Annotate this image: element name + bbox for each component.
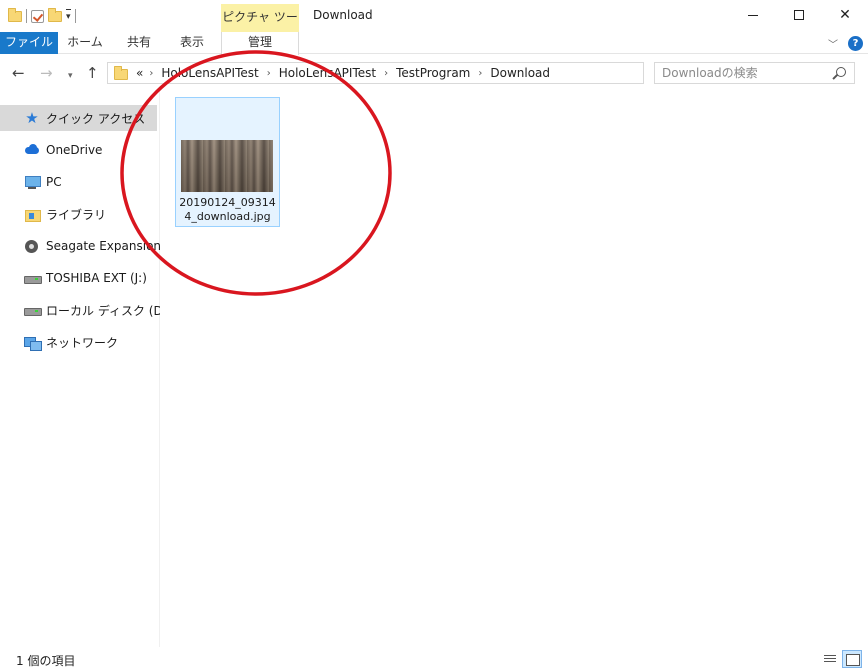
cloud-icon [24,143,40,157]
item-count: 1 個の項目 [16,654,76,668]
folder-icon [114,66,128,80]
breadcrumb-item[interactable]: TestProgram [396,66,470,80]
breadcrumb-separator-icon: › [266,67,271,79]
new-folder-icon[interactable] [48,7,62,22]
maximize-button[interactable] [776,0,822,30]
sidebar-item-label: PC [46,175,62,189]
network-icon [24,335,42,351]
sidebar-item-label: ローカル ディスク (D:) [46,303,160,318]
sidebar-item-label: Seagate Expansion Dr [46,239,160,253]
help-icon[interactable]: ? [848,36,863,51]
back-arrow-icon[interactable]: ← [12,65,25,81]
breadcrumb-separator-icon: › [478,67,483,79]
file-item[interactable]: 20190124_093144_download.jpg [175,97,280,227]
navigation-pane: ★ クイック アクセス OneDrive PC ライブラリ Seagate Ex… [0,91,160,647]
breadcrumb-item[interactable]: HoloLensAPITest [161,66,258,80]
breadcrumb-separator-icon: › [149,67,154,79]
properties-icon[interactable] [31,9,44,23]
tab-view[interactable]: 表示 [166,32,218,54]
sidebar-item-label: ライブラリ [46,207,107,222]
breadcrumb-overflow[interactable]: « [136,66,143,80]
sidebar-item-label: クイック アクセス [46,111,146,126]
sidebar-item-onedrive[interactable]: OneDrive [0,137,160,163]
maximize-icon [794,10,804,20]
breadcrumb-separator-icon: › [384,67,389,79]
star-icon: ★ [25,109,39,127]
large-icons-view-icon[interactable] [842,650,862,668]
search-box [654,62,855,84]
sidebar-item-toshiba[interactable]: TOSHIBA EXT (J:) [0,265,160,291]
navigation-bar: ← → ▾ ↑ « › HoloLensAPITest › HoloLensAP… [0,55,868,91]
folder-icon [8,7,22,22]
drive-icon [24,303,42,317]
customize-qat-icon[interactable]: ▾ [66,8,71,24]
up-arrow-icon[interactable]: ↑ [86,65,99,81]
quick-access-toolbar: ▾ [8,6,76,26]
breadcrumb-item[interactable]: HoloLensAPITest [279,66,376,80]
file-list[interactable]: 20190124_093144_download.jpg [161,91,868,647]
sidebar-item-label: ネットワーク [46,335,119,350]
details-view-icon[interactable] [820,650,840,668]
sidebar-item-libraries[interactable]: ライブラリ [0,201,160,227]
search-icon[interactable] [836,67,846,77]
sidebar-item-label: TOSHIBA EXT (J:) [46,271,147,285]
disk-icon [24,239,40,253]
image-thumbnail [181,140,273,192]
title-bar: ▾ ピクチャ ツール Download ✕ [0,0,868,50]
ribbon-tabs: ファイル ホーム 共有 表示 管理 ﹀ ? [0,32,868,55]
status-bar: 1 個の項目 [0,647,868,672]
sidebar-item-local-disk[interactable]: ローカル ディスク (D:) [0,297,160,323]
close-button[interactable]: ✕ [822,0,868,30]
sidebar-item-network[interactable]: ネットワーク [0,329,160,355]
tab-share[interactable]: 共有 [112,32,166,54]
qat-divider [26,9,27,23]
sidebar-item-quick-access[interactable]: ★ クイック アクセス [0,105,157,131]
sidebar-item-label: OneDrive [46,143,103,157]
window-title: Download [313,8,373,22]
picture-tools-context-tab: ピクチャ ツール [221,4,299,50]
recent-locations-chevron-icon[interactable]: ▾ [68,68,73,84]
minimize-icon [748,14,758,16]
forward-arrow-icon[interactable]: → [40,65,53,81]
tab-home[interactable]: ホーム [58,32,112,54]
tab-manage[interactable]: 管理 [221,32,299,55]
close-icon: ✕ [839,7,851,23]
search-input[interactable] [655,63,825,83]
monitor-icon [24,175,41,189]
tab-file[interactable]: ファイル [0,32,58,54]
qat-divider [74,9,76,23]
library-icon [24,207,41,222]
breadcrumb-item[interactable]: Download [490,66,550,80]
expand-ribbon-chevron-icon[interactable]: ﹀ [828,36,838,51]
file-name: 20190124_093144_download.jpg [179,196,276,223]
drive-icon [24,271,42,285]
sidebar-item-seagate[interactable]: Seagate Expansion Dr [0,233,160,259]
address-bar[interactable]: « › HoloLensAPITest › HoloLensAPITest › … [107,62,644,84]
sidebar-item-pc[interactable]: PC [0,169,160,195]
minimize-button[interactable] [730,0,776,30]
